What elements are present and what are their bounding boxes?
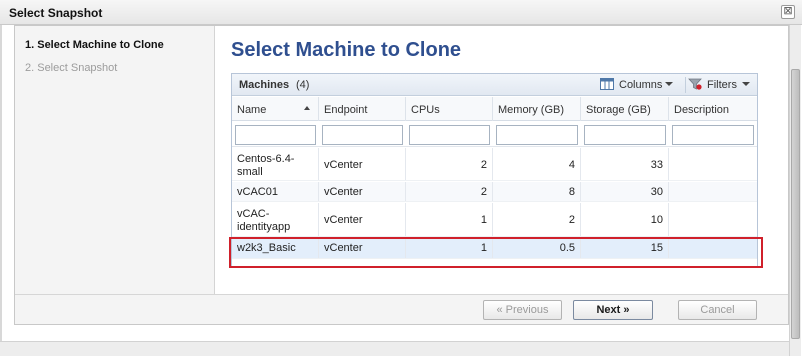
chevron-down-icon: [665, 82, 673, 86]
cell-name: Centos-6.4- small: [232, 148, 319, 180]
chevron-down-icon: [742, 82, 750, 86]
previous-button[interactable]: « Previous: [483, 300, 562, 320]
filter-name-input[interactable]: [235, 125, 316, 145]
filters-button[interactable]: Filters: [688, 78, 752, 92]
columns-button[interactable]: Columns: [600, 78, 676, 92]
cell-cpus: 1: [406, 203, 493, 236]
cell-storage: 33: [581, 148, 669, 180]
header-divider: [685, 77, 686, 93]
page-title: Select Machine to Clone: [231, 39, 462, 61]
filter-endpoint-input[interactable]: [322, 125, 403, 145]
cell-storage: 10: [581, 203, 669, 236]
cancel-button[interactable]: Cancel: [678, 300, 757, 320]
title-bar: Select Snapshot ⊠: [0, 0, 802, 25]
cell-endpoint: vCenter: [319, 182, 406, 201]
filter-memory-input[interactable]: [496, 125, 578, 145]
cell-description: [669, 203, 757, 236]
left-edge: [0, 25, 2, 356]
filter-row: [232, 122, 757, 147]
table-row[interactable]: vCAC- identityapp vCenter 1 2 10: [232, 203, 757, 237]
column-headers: Name Endpoint CPUs Memory (GB) Storage (…: [232, 97, 757, 121]
step-select-snapshot: 2. Select Snapshot: [25, 62, 118, 74]
filters-label: Filters: [707, 79, 737, 91]
column-header-endpoint[interactable]: Endpoint: [319, 97, 406, 121]
filter-description-input[interactable]: [672, 125, 754, 145]
cell-memory: 8: [493, 182, 581, 201]
cell-endpoint: vCenter: [319, 148, 406, 180]
columns-icon: [600, 78, 614, 90]
cell-memory: 2: [493, 203, 581, 236]
window-title: Select Snapshot: [9, 6, 103, 20]
next-button[interactable]: Next »: [573, 300, 653, 320]
cell-endpoint: vCenter: [319, 203, 406, 236]
close-icon[interactable]: ⊠: [781, 5, 795, 19]
column-header-name[interactable]: Name: [232, 97, 319, 121]
column-header-description[interactable]: Description: [669, 97, 757, 121]
cell-description: [669, 182, 757, 201]
cell-name: vCAC01: [232, 182, 319, 201]
wizard-steps: 1. Select Machine to Clone 2. Select Sna…: [15, 26, 215, 294]
filter-cpus-input[interactable]: [409, 125, 490, 145]
table-row[interactable]: Centos-6.4- small vCenter 2 4 33: [232, 148, 757, 181]
cell-memory: 4: [493, 148, 581, 180]
cell-cpus: 2: [406, 182, 493, 201]
filter-icon: [688, 78, 702, 90]
grid-header: Machines (4) Columns Filters: [232, 74, 757, 96]
sort-ascending-icon: [304, 106, 310, 110]
table-row[interactable]: vCAC01 vCenter 2 8 30: [232, 182, 757, 202]
cell-cpus: 2: [406, 148, 493, 180]
columns-label: Columns: [619, 79, 663, 91]
cell-storage: 30: [581, 182, 669, 201]
scrollbar-thumb[interactable]: [791, 69, 800, 339]
column-header-memory[interactable]: Memory (GB): [493, 97, 581, 121]
filter-storage-input[interactable]: [584, 125, 666, 145]
step-select-machine[interactable]: 1. Select Machine to Clone: [25, 39, 164, 51]
grid-count: (4): [296, 79, 310, 91]
cell-name: vCAC- identityapp: [232, 203, 319, 236]
grid-title: Machines: [239, 79, 290, 91]
selection-highlight-outline: [229, 237, 763, 268]
cell-description: [669, 148, 757, 180]
footer-bar: [15, 295, 788, 324]
bottom-strip: [0, 341, 789, 356]
column-header-storage[interactable]: Storage (GB): [581, 97, 669, 121]
column-header-cpus[interactable]: CPUs: [406, 97, 493, 121]
vertical-scrollbar[interactable]: [789, 25, 801, 356]
